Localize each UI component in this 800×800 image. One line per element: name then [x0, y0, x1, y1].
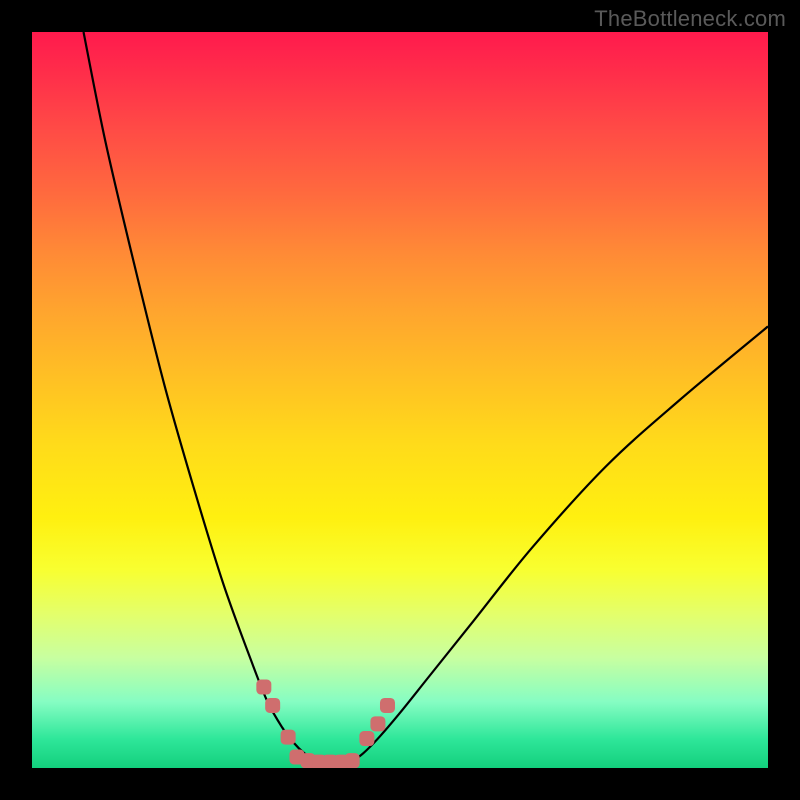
chart-frame: TheBottleneck.com	[0, 0, 800, 800]
marker-point	[371, 717, 385, 731]
watermark-label: TheBottleneck.com	[594, 6, 786, 32]
marker-point	[360, 732, 374, 746]
marker-point	[380, 698, 394, 712]
marker-point	[266, 698, 280, 712]
marker-point	[257, 680, 271, 694]
marker-group	[257, 680, 395, 768]
marker-point	[281, 730, 295, 744]
chart-svg	[32, 32, 768, 768]
marker-point	[345, 754, 359, 768]
plot-area	[32, 32, 768, 768]
curve-right-branch	[348, 326, 768, 764]
curve-left-branch	[84, 32, 327, 764]
